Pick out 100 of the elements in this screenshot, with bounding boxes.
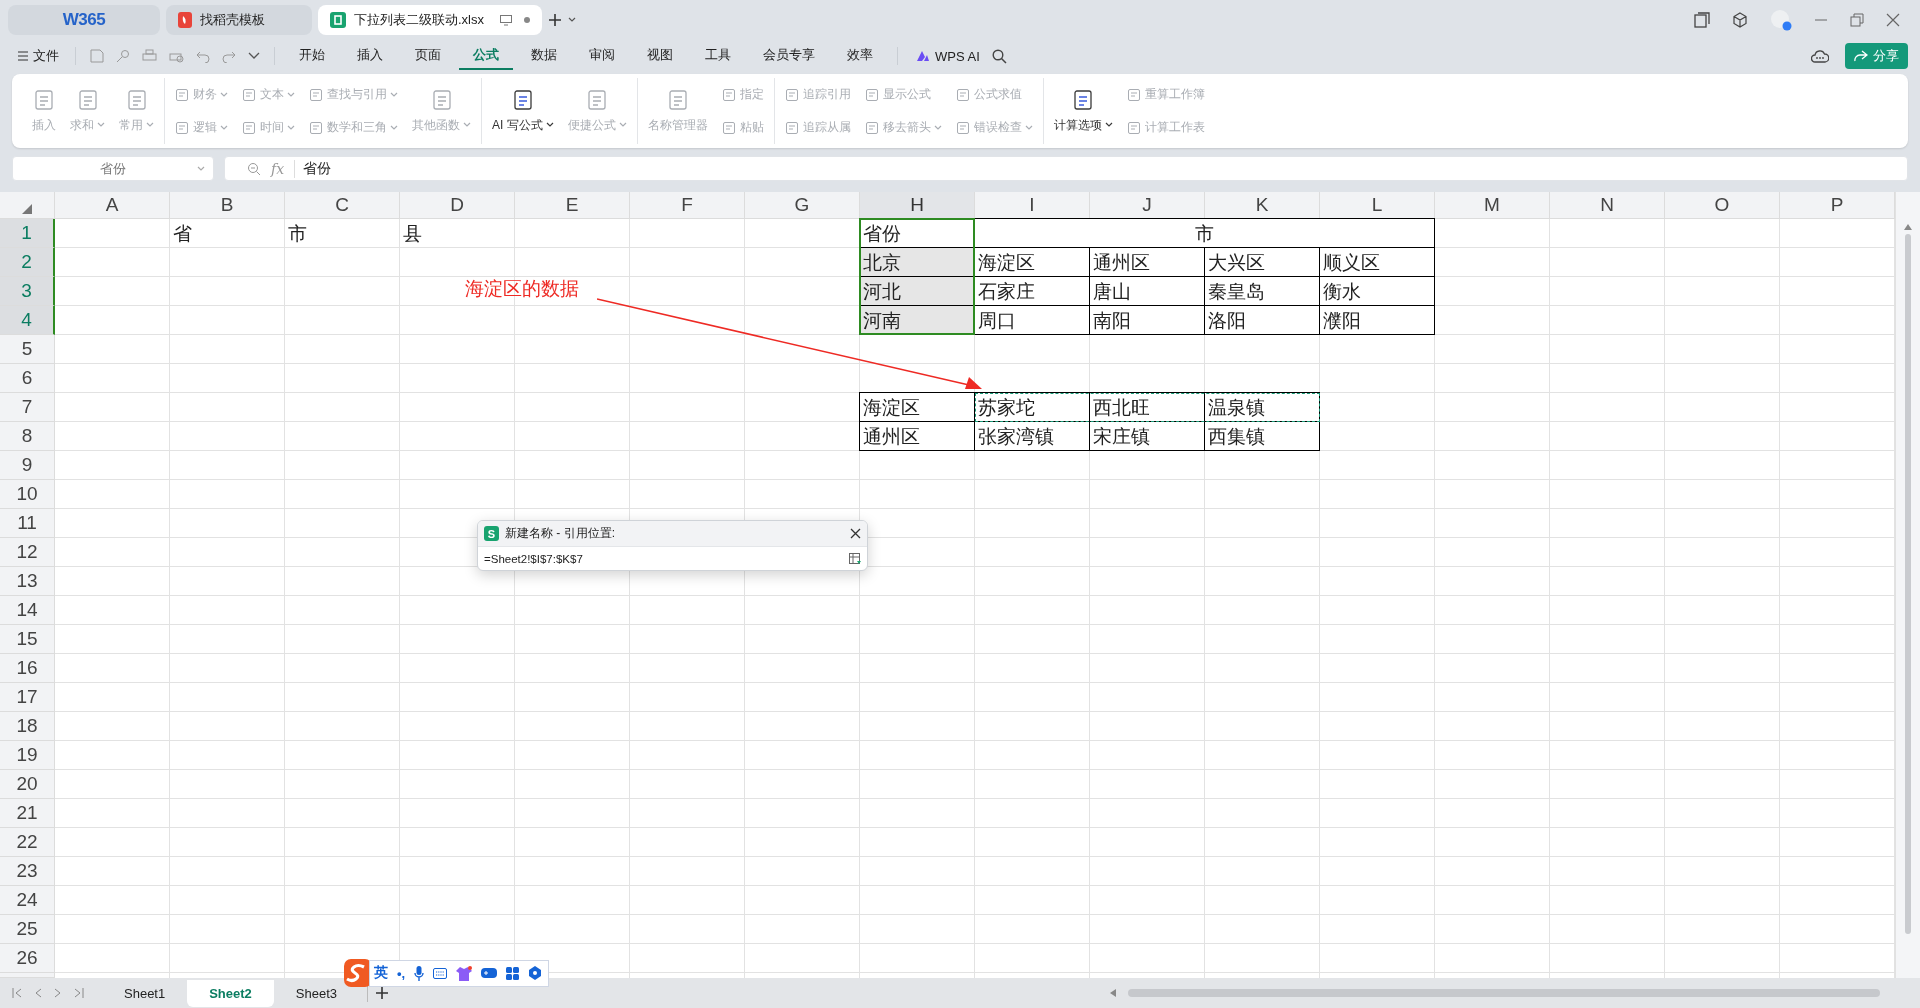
plus-icon[interactable] (548, 13, 562, 27)
row-header[interactable]: 23 (0, 857, 55, 886)
row-header[interactable]: 10 (0, 480, 55, 509)
column-header[interactable]: L (1320, 192, 1435, 219)
prev-sheet-icon[interactable] (34, 988, 42, 998)
row-header[interactable]: 7 (0, 393, 55, 422)
input-mode-toggle[interactable]: 英 (374, 964, 388, 982)
select-all-icon[interactable] (22, 204, 32, 214)
name-box[interactable]: 省份 (12, 156, 214, 181)
column-header[interactable]: C (285, 192, 400, 219)
row-header[interactable]: 17 (0, 683, 55, 712)
row-header[interactable]: 16 (0, 654, 55, 683)
row-header[interactable]: 26 (0, 944, 55, 973)
menu-tab[interactable]: 工具 (691, 42, 745, 70)
zoom-icon[interactable] (247, 161, 261, 176)
settings-icon[interactable] (528, 966, 543, 980)
cube-icon[interactable] (1732, 12, 1748, 28)
punctuation-toggle[interactable]: •, (397, 965, 406, 981)
row-header[interactable]: 20 (0, 770, 55, 799)
row-header[interactable]: 13 (0, 567, 55, 596)
column-header[interactable]: A (55, 192, 170, 219)
row-header[interactable]: 1 (0, 219, 55, 248)
save-icon[interactable] (90, 49, 104, 63)
search-icon[interactable] (991, 48, 1007, 64)
window-tab[interactable]: 下拉列表二级联动.xlsx (318, 5, 542, 35)
row-header[interactable]: 2 (0, 248, 55, 277)
share-button[interactable]: 分享 (1845, 43, 1908, 69)
menu-tab[interactable]: 效率 (833, 42, 887, 70)
row-header[interactable]: 22 (0, 828, 55, 857)
row-header[interactable]: 19 (0, 741, 55, 770)
row-header[interactable]: 15 (0, 625, 55, 654)
close-icon[interactable] (850, 528, 861, 539)
scroll-left-icon[interactable] (1110, 989, 1116, 997)
window-tab[interactable]: W365 (8, 5, 160, 35)
print-icon[interactable] (142, 49, 157, 63)
first-sheet-icon[interactable] (12, 988, 22, 998)
grid-icon[interactable] (506, 966, 520, 980)
menu-tab[interactable]: 视图 (633, 42, 687, 70)
row-header[interactable]: 9 (0, 451, 55, 480)
row-header[interactable]: 12 (0, 538, 55, 567)
add-sheet-icon[interactable] (376, 987, 389, 999)
row-header[interactable]: 25 (0, 915, 55, 944)
row-header[interactable]: 4 (0, 306, 55, 335)
column-header[interactable]: J (1090, 192, 1205, 219)
row-header[interactable]: 14 (0, 596, 55, 625)
range-picker-icon[interactable] (849, 552, 861, 565)
column-header[interactable]: H (860, 192, 975, 219)
scroll-thumb[interactable] (1128, 989, 1880, 997)
row-header[interactable]: 6 (0, 364, 55, 393)
scroll-thumb[interactable] (1905, 234, 1911, 934)
ribbon-button[interactable]: 计算选项 (1053, 88, 1113, 134)
menu-tab[interactable]: 审阅 (575, 42, 629, 70)
restore-icon[interactable] (1850, 13, 1864, 27)
sheet-tab[interactable]: Sheet3 (273, 979, 360, 1007)
row-header[interactable]: 5 (0, 335, 55, 364)
avatar-icon[interactable] (1770, 9, 1792, 31)
menu-tab[interactable]: 公式 (459, 42, 513, 70)
menu-tab[interactable]: 数据 (517, 42, 571, 70)
row-header[interactable]: 24 (0, 886, 55, 915)
redo-icon[interactable] (222, 49, 236, 63)
column-header[interactable]: B (170, 192, 285, 219)
row-header[interactable]: 18 (0, 712, 55, 741)
last-sheet-icon[interactable] (74, 988, 84, 998)
ai-button[interactable]: WPS AI (908, 44, 988, 68)
undo-icon[interactable] (196, 49, 210, 63)
formula-field[interactable]: fx 省份 (224, 156, 1908, 181)
file-menu[interactable]: 文件 (12, 43, 65, 69)
scroll-up-icon[interactable] (1904, 224, 1912, 230)
next-sheet-icon[interactable] (54, 988, 62, 998)
column-header[interactable]: E (515, 192, 630, 219)
column-header[interactable]: D (400, 192, 515, 219)
row-header[interactable]: 3 (0, 277, 55, 306)
gamepad-icon[interactable] (481, 967, 498, 979)
menu-tab[interactable]: 会员专享 (749, 42, 829, 70)
sheet-tab[interactable]: Sheet1 (102, 979, 188, 1007)
keyboard-icon[interactable] (433, 967, 448, 979)
caret-icon (568, 17, 576, 23)
window-icon[interactable] (1694, 12, 1710, 28)
column-header[interactable]: K (1205, 192, 1320, 219)
column-header[interactable]: F (630, 192, 745, 219)
menu-tab[interactable]: 开始 (285, 42, 339, 70)
microphone-icon[interactable] (414, 965, 425, 981)
row-header[interactable]: 11 (0, 509, 55, 538)
column-header[interactable]: I (975, 192, 1090, 219)
ribbon-button[interactable]: AI 写公式 (492, 88, 554, 134)
column-header[interactable]: O (1665, 192, 1780, 219)
shirt-icon[interactable] (456, 965, 473, 981)
cloud-icon[interactable] (1811, 49, 1829, 63)
reference-field[interactable]: =Sheet2!$I$7:$K$7 (484, 552, 849, 565)
window-tab[interactable]: 找稻壳模板 (166, 5, 312, 35)
menu-tab[interactable]: 插入 (343, 42, 397, 70)
chevron-down-icon[interactable] (248, 52, 260, 60)
row-header[interactable]: 21 (0, 799, 55, 828)
row-header[interactable]: 8 (0, 422, 55, 451)
column-header[interactable]: P (1780, 192, 1895, 219)
column-header[interactable]: G (745, 192, 860, 219)
sheet-tab[interactable]: Sheet2 (187, 979, 274, 1007)
column-header[interactable]: N (1550, 192, 1665, 219)
column-header[interactable]: M (1435, 192, 1550, 219)
menu-tab[interactable]: 页面 (401, 42, 455, 70)
